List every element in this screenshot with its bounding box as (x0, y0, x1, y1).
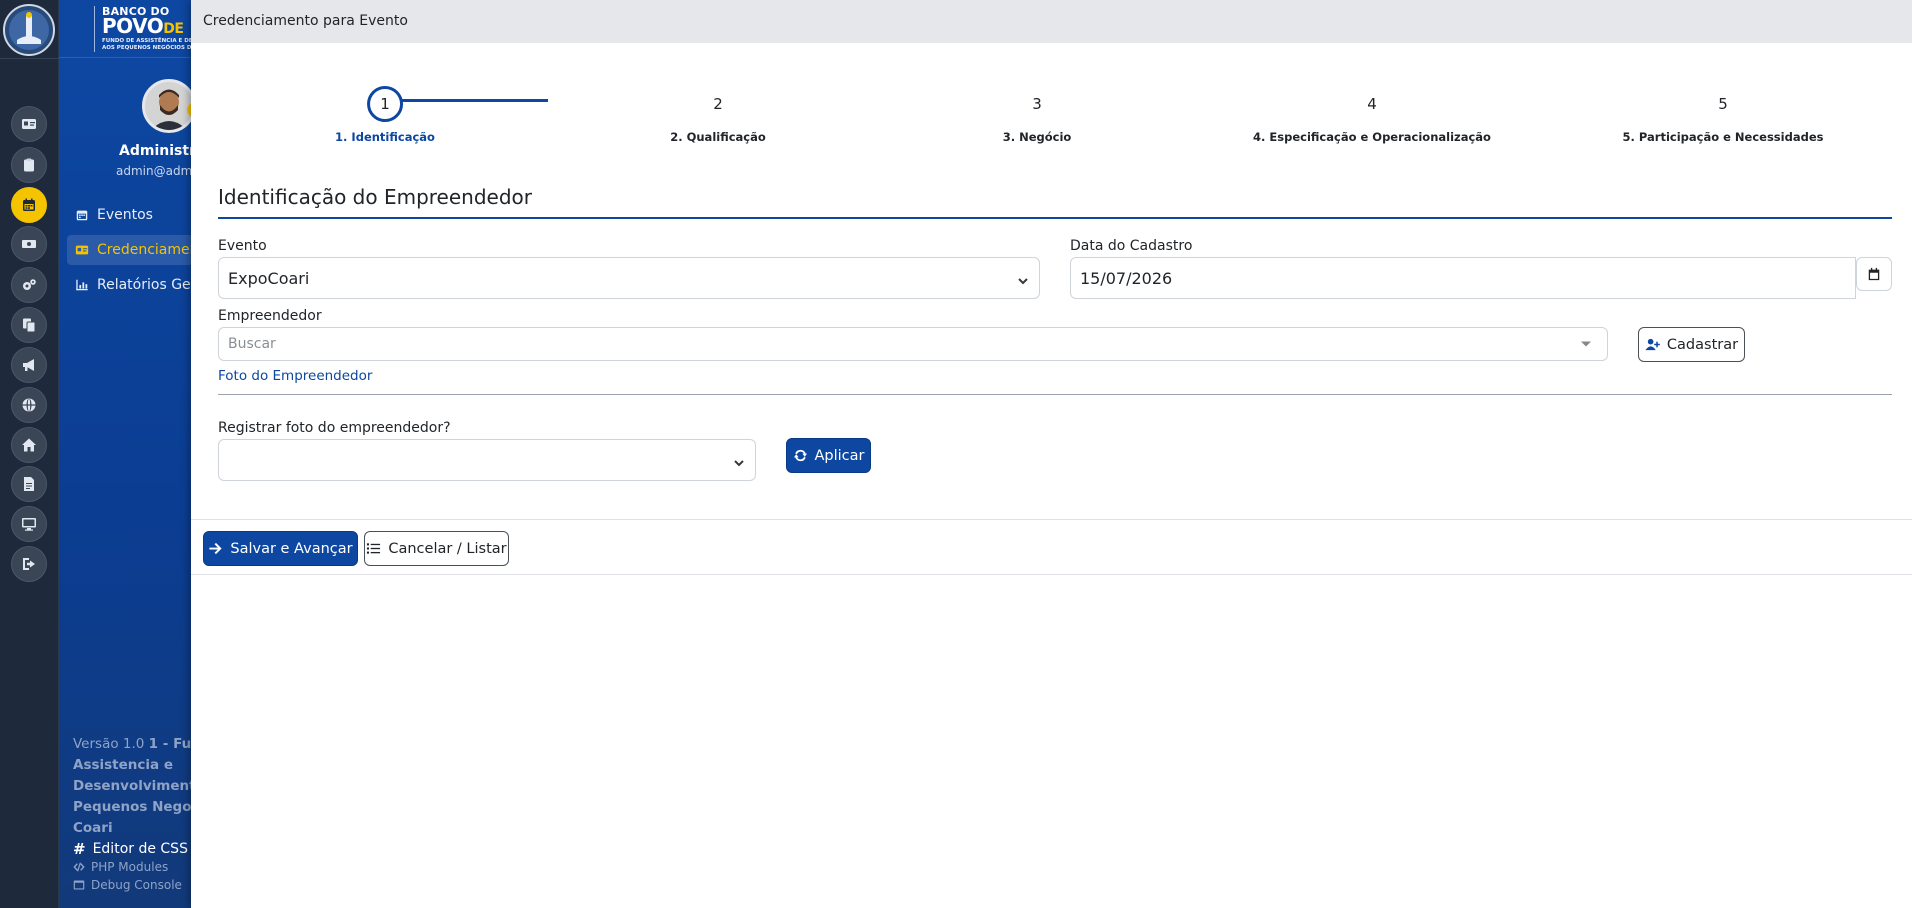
sidebar-item-label: Eventos (97, 207, 153, 223)
rail-divider (0, 58, 59, 59)
step-5[interactable]: 5 5. Participação e Necessidades (1623, 86, 1824, 144)
credenciamento-modal: Credenciamento para Evento 1 1. Identifi… (191, 0, 1912, 908)
data-cadastro-label: Data do Cadastro (1070, 238, 1193, 254)
hash-icon: # (73, 840, 86, 858)
calendar-icon (1868, 267, 1880, 281)
user-plus-icon (1645, 338, 1660, 351)
money-icon (22, 240, 36, 248)
cogs-icon (23, 279, 36, 290)
rail-home-button[interactable] (11, 427, 47, 463)
rail-bullhorn-button[interactable] (11, 347, 47, 383)
date-picker-button[interactable] (1856, 257, 1892, 291)
rail-copy-button[interactable] (11, 307, 47, 343)
registrar-foto-select[interactable] (218, 439, 756, 481)
step-3[interactable]: 3 3. Negócio (1003, 86, 1072, 144)
step-circle: 3 (1032, 95, 1042, 113)
step-4[interactable]: 4 4. Especificação e Operacionalização (1253, 86, 1491, 144)
user-name: Administra (119, 143, 199, 159)
file-icon (24, 477, 34, 491)
evento-select[interactable]: ExpoCoari (218, 257, 1040, 299)
rail-globe-button[interactable] (11, 387, 47, 423)
step-label: 1. Identificação (335, 130, 435, 144)
version-info: Versão 1.0 1 - Fun Assistencia e Desenvo… (73, 736, 199, 836)
aplicar-button[interactable]: Aplicar (786, 438, 871, 473)
brand-line-2: POVODE (102, 14, 184, 38)
salvar-avancar-button[interactable]: Salvar e Avançar (203, 531, 358, 566)
debug-console-link[interactable]: Debug Console (73, 878, 182, 892)
section-title: Identificação do Empreendedor (218, 185, 1892, 219)
refresh-icon (793, 449, 807, 462)
calendar-icon (76, 210, 88, 221)
rail-file-button[interactable] (11, 466, 47, 502)
sidebar-item-label: Relatórios Ger (97, 277, 197, 293)
evento-label: Evento (218, 238, 267, 254)
id-card-icon (22, 119, 36, 129)
monitor-icon (22, 518, 36, 531)
php-modules-link[interactable]: PHP Modules (73, 860, 168, 874)
rail-cogs-button[interactable] (11, 267, 47, 303)
icon-rail (0, 0, 59, 908)
coat-of-arms-logo (3, 4, 55, 56)
sidebar-item-eventos[interactable]: Eventos (67, 200, 199, 230)
arrow-right-icon (209, 542, 222, 555)
sign-out-icon (23, 558, 35, 570)
empreendedor-label: Empreendedor (218, 308, 322, 324)
user-email: admin@adm (116, 164, 193, 178)
brand-line-3: FUNDO DE ASSISTÊNCIA E DE AOS PEQUENOS NE… (102, 38, 193, 51)
empreendedor-search-select[interactable]: Buscar (218, 327, 1608, 361)
css-editor-link[interactable]: # Editor de CSS (73, 840, 188, 858)
step-circle: 4 (1367, 95, 1377, 113)
id-card-icon (75, 245, 89, 255)
rail-id-card-button[interactable] (11, 106, 47, 142)
sidebar-item-label: Credenciamer (97, 242, 196, 258)
rail-money-button[interactable] (11, 226, 47, 262)
brand-header: BANCO DO POVODE FUNDO DE ASSISTÊNCIA E D… (59, 0, 199, 58)
chevron-down-icon (1017, 272, 1029, 285)
step-label: 5. Participação e Necessidades (1622, 130, 1824, 144)
calendar-icon (23, 198, 35, 211)
rail-calendar-button[interactable] (11, 187, 47, 223)
registrar-foto-label: Registrar foto do empreendedor? (218, 420, 451, 436)
sidebar-item-relatorios[interactable]: Relatórios Ger (67, 270, 199, 300)
step-circle: 2 (713, 95, 723, 113)
modal-footer: Salvar e Avançar Cancelar / Listar (191, 519, 1912, 575)
rail-sign-out-button[interactable] (11, 546, 47, 582)
cadastrar-button[interactable]: Cadastrar (1638, 327, 1745, 362)
modal-title: Credenciamento para Evento (203, 13, 408, 29)
step-label: 2. Qualificação (670, 130, 766, 144)
caret-down-icon (1581, 341, 1591, 347)
bullhorn-icon (23, 359, 34, 371)
step-label: 3. Negócio (1002, 130, 1072, 144)
code-icon (73, 862, 85, 872)
data-cadastro-input[interactable]: 15/07/2026 (1070, 257, 1856, 299)
step-circle: 1 (366, 86, 403, 122)
brand-separator (94, 6, 95, 52)
wizard-stepper: 1 1. Identificação 2 2. Qualificação 3 3… (191, 43, 1912, 153)
rail-clipboard-button[interactable] (11, 147, 47, 183)
foto-empreendedor-link[interactable]: Foto do Empreendedor (218, 368, 372, 384)
step-1[interactable]: 1 1. Identificação (335, 86, 435, 144)
clipboard-icon (24, 158, 34, 172)
list-icon (367, 543, 381, 554)
copy-icon (23, 318, 36, 333)
step-2[interactable]: 2 2. Qualificação (670, 86, 766, 144)
globe-icon (22, 398, 36, 412)
home-icon (22, 438, 36, 452)
section-divider (218, 394, 1892, 395)
cancelar-listar-button[interactable]: Cancelar / Listar (364, 531, 509, 566)
rail-monitor-button[interactable] (11, 506, 47, 542)
chevron-down-icon (733, 454, 745, 467)
modal-header: Credenciamento para Evento (191, 0, 1912, 43)
sidebar: Administra admin@adm Eventos Credenciame… (59, 58, 199, 908)
window-icon (73, 880, 85, 890)
sidebar-item-credenciamento[interactable]: Credenciamer (67, 235, 199, 265)
step-circle: 5 (1718, 95, 1728, 113)
step-label: 4. Especificação e Operacionalização (1253, 130, 1491, 144)
chart-icon (76, 279, 88, 291)
